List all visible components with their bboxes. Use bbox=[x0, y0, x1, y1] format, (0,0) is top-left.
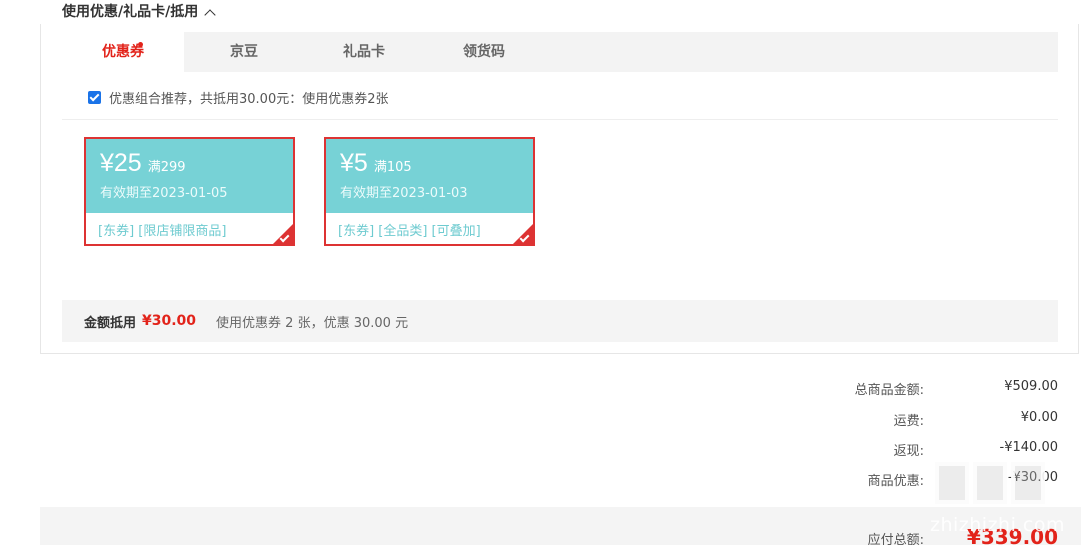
discount-summary: 金额抵用 ¥30.00 使用优惠券 2 张，优惠 30.00 元 bbox=[62, 300, 1058, 342]
tab-coupons-label: 优惠券 bbox=[102, 44, 144, 60]
section-title: 使用优惠/礼品卡/抵用 bbox=[62, 4, 199, 20]
total-label: 商品优惠: bbox=[867, 474, 924, 489]
discount-tabs: 优惠券 京豆 礼品卡 领货码 bbox=[62, 32, 1058, 72]
tab-pickup-code-label: 领货码 bbox=[463, 44, 505, 60]
total-row-shipping: 运费: ¥0.00 bbox=[758, 410, 1058, 430]
coupon-validity: 有效期至2023-01-05 bbox=[100, 186, 228, 201]
tab-coupons[interactable]: 优惠券 bbox=[62, 32, 184, 72]
chevron-up-icon[interactable] bbox=[204, 8, 216, 21]
tab-jingdou-label: 京豆 bbox=[230, 44, 258, 60]
total-row-goods: 总商品金额: ¥509.00 bbox=[758, 379, 1058, 399]
coupon-condition: 满299 bbox=[147, 160, 186, 175]
total-value: -¥140.00 bbox=[999, 440, 1058, 455]
coupon-card[interactable]: ¥5 满105 有效期至2023-01-03 [东券] [全品类] [可叠加] bbox=[324, 137, 535, 246]
payable-bar bbox=[40, 507, 1081, 545]
new-indicator-dot-icon bbox=[138, 42, 143, 47]
payable-label: 应付总额: bbox=[867, 533, 924, 545]
recommend-combo: 优惠组合推荐，共抵用30.00元：使用优惠券2张 bbox=[88, 87, 389, 107]
total-value: ¥509.00 bbox=[1004, 379, 1058, 394]
coupon-amount: ¥5 bbox=[340, 149, 368, 177]
divider bbox=[62, 119, 1058, 120]
watermark: zhizhizhi.com bbox=[930, 462, 1080, 545]
tab-gift-card[interactable]: 礼品卡 bbox=[304, 32, 424, 72]
total-label: 运费: bbox=[893, 414, 924, 429]
coupon-face: ¥5 满105 有效期至2023-01-03 bbox=[326, 139, 533, 213]
watermark-text: zhizhizhi.com bbox=[930, 514, 1066, 536]
coupon-tags: [东券] [全品类] [可叠加] bbox=[338, 224, 481, 239]
total-label: 总商品金额: bbox=[854, 383, 924, 398]
total-row-cashback: 返现: -¥140.00 bbox=[758, 440, 1058, 460]
recommend-label: 优惠组合推荐，共抵用30.00元：使用优惠券2张 bbox=[109, 91, 389, 107]
coupon-amount: ¥25 bbox=[100, 149, 142, 177]
summary-label: 金额抵用 bbox=[84, 315, 137, 331]
summary-value: ¥30.00 bbox=[142, 313, 197, 329]
tab-gift-card-label: 礼品卡 bbox=[343, 44, 385, 60]
section-header[interactable]: 使用优惠/礼品卡/抵用 bbox=[62, 3, 216, 21]
watermark-logo-icon bbox=[935, 462, 1045, 504]
coupon-condition: 满105 bbox=[373, 160, 412, 175]
total-label: 返现: bbox=[893, 444, 924, 459]
coupon-card[interactable]: ¥25 满299 有效期至2023-01-05 [东券] [限店铺限商品] bbox=[84, 137, 295, 246]
tab-jingdou[interactable]: 京豆 bbox=[184, 32, 304, 72]
total-value: ¥0.00 bbox=[1020, 410, 1058, 425]
coupon-tags: [东券] [限店铺限商品] bbox=[98, 224, 227, 239]
summary-desc: 使用优惠券 2 张，优惠 30.00 元 bbox=[216, 315, 409, 331]
coupon-validity: 有效期至2023-01-03 bbox=[340, 186, 468, 201]
tab-pickup-code[interactable]: 领货码 bbox=[424, 32, 544, 72]
coupon-face: ¥25 满299 有效期至2023-01-05 bbox=[86, 139, 293, 213]
recommend-checkbox[interactable] bbox=[88, 90, 101, 104]
